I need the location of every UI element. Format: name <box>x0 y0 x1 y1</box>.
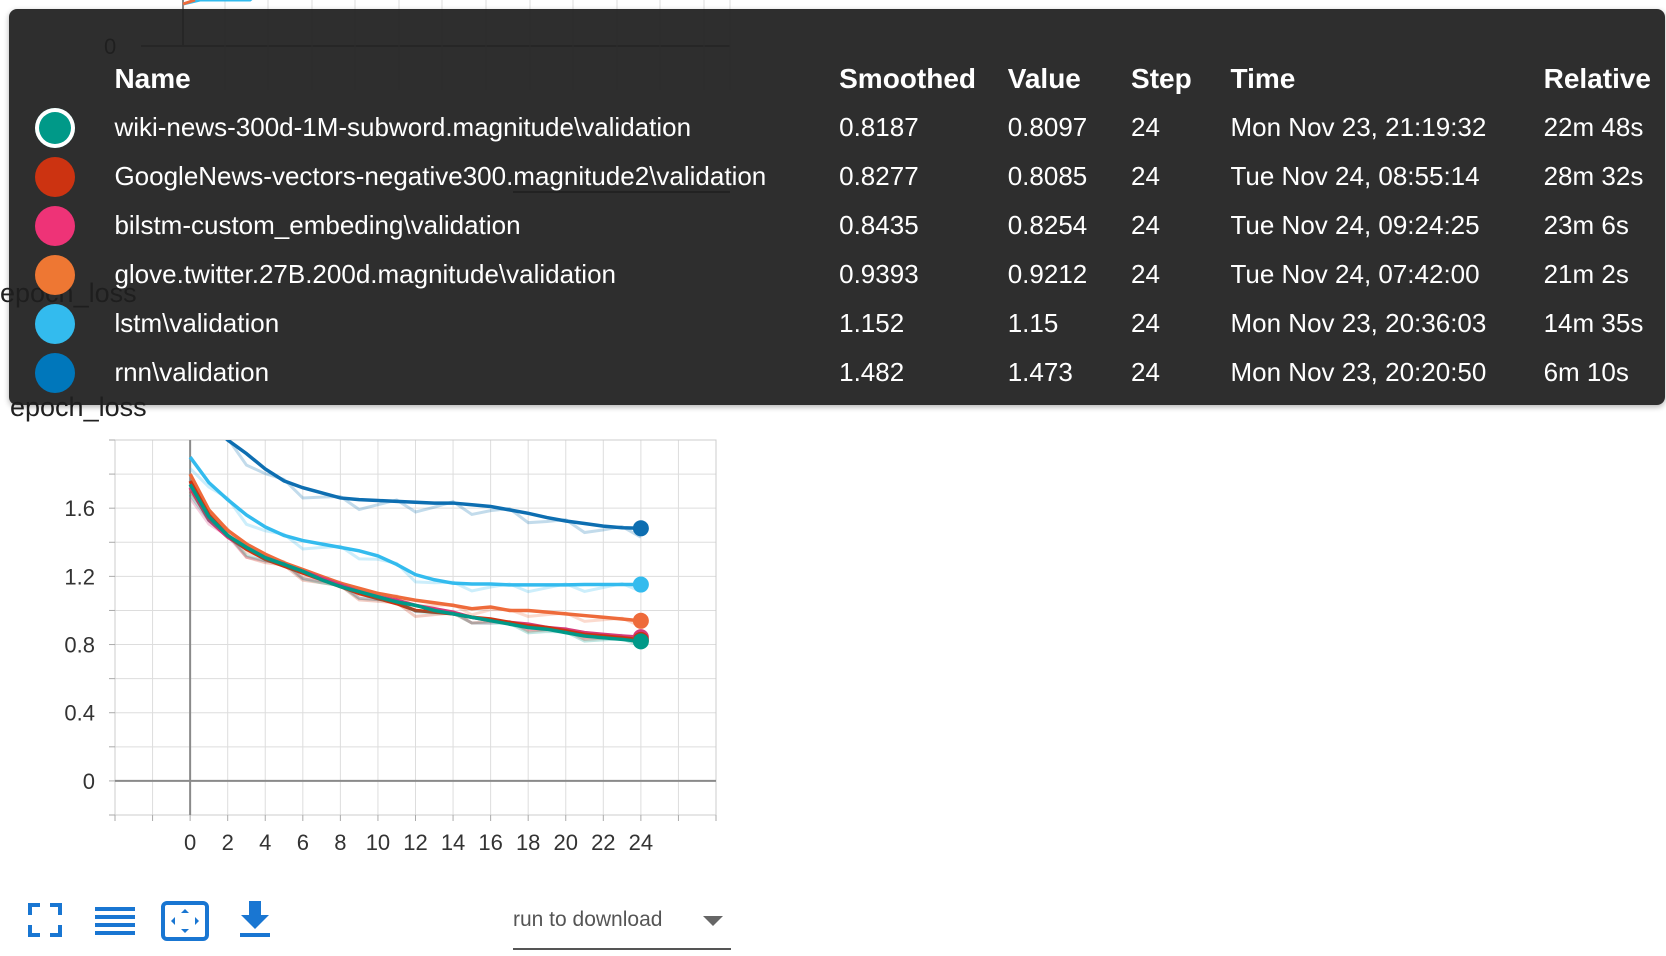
x-tick-label: 4 <box>259 830 271 855</box>
y-tick-label: 1.6 <box>64 496 95 521</box>
series-end-point <box>632 576 649 593</box>
series-color-dot <box>35 205 75 246</box>
fit-domain-button[interactable] <box>160 895 210 945</box>
tooltip-row: lstm\validation 1.152 1.15 24 Mon Nov 23, 20… <box>35 299 1665 348</box>
x-tick-label: 22 <box>591 830 615 855</box>
x-tick-label: 12 <box>403 830 427 855</box>
data-tooltip: Name Smoothed Value Step Time Relative w… <box>9 9 1665 405</box>
header-time: Time <box>1230 63 1296 94</box>
tooltip-name: GoogleNews-vectors-negative300.magnitude… <box>114 161 767 191</box>
x-tick-label: 20 <box>554 830 578 855</box>
tooltip-relative: 28m 32s <box>1543 161 1644 191</box>
tooltip-relative: 23m 6s <box>1543 210 1629 240</box>
tooltip-value: 1.473 <box>1007 357 1073 387</box>
tooltip-swatch-cell <box>35 152 114 201</box>
tooltip-step: 24 <box>1131 357 1160 387</box>
tooltip-relative: 6m 10s <box>1543 357 1629 387</box>
tooltip-row: wiki-news-300d-1M-subword.magnitude\vali… <box>35 103 1665 152</box>
tooltip-swatch-cell <box>35 201 114 250</box>
tooltip-smoothed: 0.8187 <box>839 112 919 142</box>
run-to-download-select[interactable]: run to download <box>513 900 731 950</box>
tooltip-time: Tue Nov 24, 09:24:25 <box>1230 210 1480 240</box>
series-end-point <box>632 633 649 650</box>
header-name: Name <box>114 63 191 94</box>
fullscreen-button[interactable] <box>20 895 70 945</box>
series-end-point <box>632 612 649 629</box>
x-tick-label: 0 <box>184 830 196 855</box>
tooltip-name: bilstm-custom_embeding\validation <box>114 210 521 240</box>
tooltip-name: glove.twitter.27B.200d.magnitude\validat… <box>114 259 616 289</box>
tooltip-row: GoogleNews-vectors-negative300.magnitude… <box>35 152 1665 201</box>
series-end-point <box>632 520 649 537</box>
toggle-legend-button[interactable] <box>90 895 140 945</box>
legend-list-icon <box>95 907 135 935</box>
download-button[interactable] <box>230 895 280 945</box>
tooltip-row: glove.twitter.27B.200d.magnitude\validat… <box>35 250 1665 299</box>
tooltip-smoothed: 0.9393 <box>839 259 919 289</box>
tooltip-header-row: Name Smoothed Value Step Time Relative <box>35 55 1665 103</box>
x-tick-label: 14 <box>441 830 465 855</box>
x-tick-label: 2 <box>222 830 234 855</box>
download-icon <box>240 901 270 937</box>
tooltip-step: 24 <box>1131 210 1160 240</box>
header-step: Step <box>1131 63 1192 94</box>
y-tick-label: 0.4 <box>64 701 95 726</box>
tooltip-time: Tue Nov 24, 08:55:14 <box>1230 161 1480 191</box>
header-value: Value <box>1007 63 1081 94</box>
tooltip-step: 24 <box>1131 259 1160 289</box>
tooltip-value: 0.8254 <box>1007 210 1088 240</box>
y-tick-label: 1.2 <box>64 564 95 589</box>
tooltip-swatch-cell <box>35 250 114 299</box>
tooltip-swatch-cell <box>35 299 114 348</box>
tooltip-table: Name Smoothed Value Step Time Relative w… <box>35 55 1665 397</box>
run-select-label: run to download <box>513 908 663 931</box>
tooltip-name: lstm\validation <box>114 308 280 338</box>
tooltip-time: Mon Nov 23, 20:20:50 <box>1230 357 1487 387</box>
x-tick-label: 8 <box>334 830 346 855</box>
tooltip-value: 0.8085 <box>1007 161 1088 191</box>
tooltip-smoothed: 1.152 <box>839 308 905 338</box>
tooltip-time: Tue Nov 24, 07:42:00 <box>1230 259 1480 289</box>
x-tick-label: 24 <box>629 830 653 855</box>
series-color-dot <box>35 254 75 295</box>
tooltip-time: Mon Nov 23, 20:36:03 <box>1230 308 1487 338</box>
tooltip-relative: 14m 35s <box>1543 308 1644 338</box>
y-tick-label: 0 <box>83 769 95 794</box>
series-color-dot <box>35 156 75 197</box>
chevron-down-icon <box>703 916 723 926</box>
header-swatch <box>35 55 114 103</box>
tooltip-swatch-cell <box>35 348 114 397</box>
tooltip-step: 24 <box>1131 112 1160 142</box>
header-relative: Relative <box>1543 63 1651 94</box>
x-tick-label: 6 <box>297 830 309 855</box>
tooltip-smoothed: 1.482 <box>839 357 905 387</box>
fit-domain-icon <box>161 901 209 941</box>
series-color-dot <box>35 107 75 148</box>
tooltip-relative: 21m 2s <box>1543 259 1629 289</box>
tooltip-relative: 22m 48s <box>1543 112 1644 142</box>
tooltip-time: Mon Nov 23, 21:19:32 <box>1230 112 1487 142</box>
tooltip-value: 0.9212 <box>1007 259 1088 289</box>
x-tick-label: 10 <box>366 830 390 855</box>
tooltip-value: 1.15 <box>1007 308 1059 338</box>
x-tick-label: 18 <box>516 830 540 855</box>
tooltip-step: 24 <box>1131 308 1160 338</box>
tooltip-name: wiki-news-300d-1M-subword.magnitude\vali… <box>114 112 692 142</box>
fullscreen-icon <box>28 903 62 937</box>
tooltip-row: rnn\validation 1.482 1.473 24 Mon Nov 23, 20… <box>35 348 1665 397</box>
tooltip-smoothed: 0.8435 <box>839 210 919 240</box>
series-color-dot <box>35 303 75 344</box>
tooltip-row: bilstm-custom_embeding\validation 0.8435 0… <box>35 201 1665 250</box>
header-smoothed: Smoothed <box>839 63 977 94</box>
x-tick-label: 16 <box>478 830 502 855</box>
tooltip-name: rnn\validation <box>114 357 270 387</box>
y-tick-label: 0.8 <box>64 633 95 658</box>
loss-chart[interactable]: 0 2 4 6 8 10 12 14 16 18 20 22 2400.40.81.21.6 <box>0 430 740 890</box>
tooltip-swatch-cell <box>35 103 114 152</box>
tooltip-value: 0.8097 <box>1007 112 1088 142</box>
tooltip-step: 24 <box>1131 161 1160 191</box>
series-color-dot <box>35 352 75 393</box>
tooltip-smoothed: 0.8277 <box>839 161 919 191</box>
